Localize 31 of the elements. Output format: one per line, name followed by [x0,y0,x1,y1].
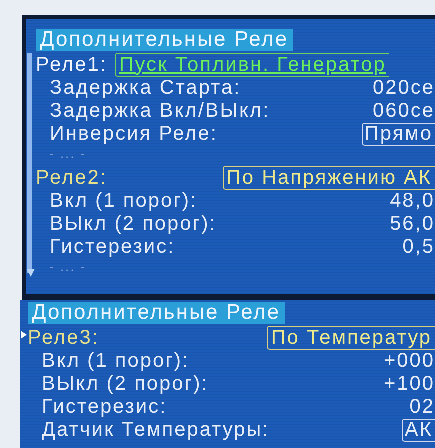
relay-mode-option[interactable]: По Напряжению АК [222,166,435,190]
param-label: ВЫкл (2 порог): [42,373,209,396]
param-value: +000 [384,350,435,373]
param-label: Задержка Старта: [50,77,242,100]
param-label: Вкл (1 порог): [42,350,190,373]
menu-title: Дополнительные Реле [36,29,293,51]
param-value: 48,0 [390,190,435,213]
param-label: Вкл (1 порог): [50,190,198,213]
down-arrow-icon [27,269,35,277]
param-option[interactable]: Прямо [362,123,435,146]
param-value: 0,5 [402,236,435,259]
more-indicator: - ... - [50,262,87,274]
param-label: Гистерезис: [42,396,168,419]
param-value: 060се [373,100,435,123]
relay-label: Реле1: [36,54,108,76]
relay-mode-option[interactable]: Пуск Топливн. Генератор [115,53,390,77]
param-label: Инверсия Реле: [50,123,218,146]
param-option[interactable]: АК [402,419,435,442]
relay-label: Реле2: [36,167,108,189]
param-value: 02 [410,396,435,419]
param-label: Задержка Вкл/ВЫкл: [50,100,270,123]
more-indicator: - ... - [50,149,87,161]
menu-title: Дополнительные Реле [28,302,285,324]
relay-label: Реле3: [28,327,100,349]
param-label: Датчик Температуры: [42,419,270,442]
param-value: 56,0 [390,213,435,236]
param-value: 020се [373,77,435,100]
param-label: Гистерезис: [50,236,176,259]
param-value: +100 [384,373,435,396]
param-label: ВЫкл (2 порог): [50,213,217,236]
relay-mode-option[interactable]: По Температур [267,326,435,350]
